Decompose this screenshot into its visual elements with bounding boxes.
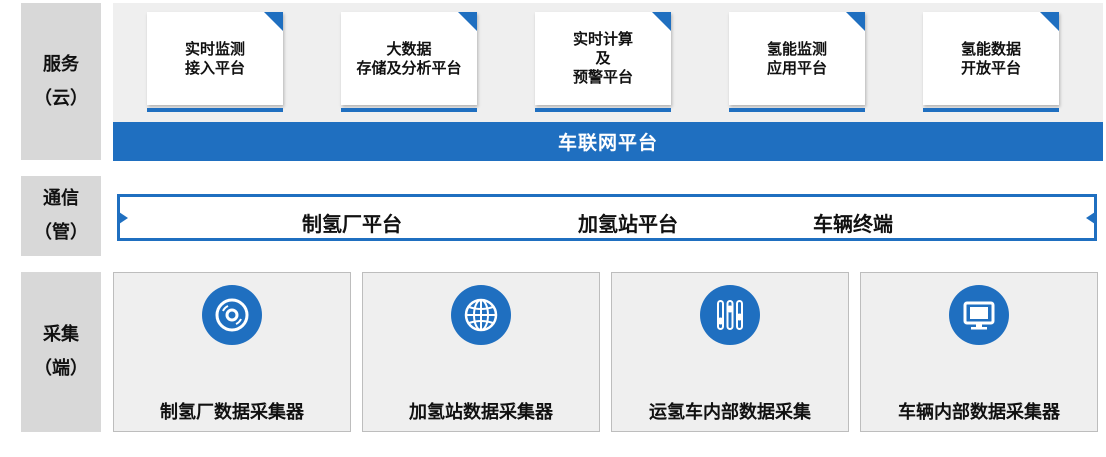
- service-card-underline: [535, 108, 671, 112]
- service-card-line: 大数据: [386, 39, 432, 58]
- collect-card-3: 运氢车内部数据采集: [611, 272, 849, 432]
- layer-label-comm: 通信 （管）: [21, 176, 101, 256]
- service-card-text: 氢能数据 开放平台: [961, 40, 1021, 78]
- service-card-text: 氢能监测 应用平台: [767, 40, 827, 78]
- service-card-4: 氢能监测 应用平台: [729, 12, 865, 105]
- service-card-line: 氢能数据: [960, 39, 1021, 58]
- service-card-line: 实时计算: [572, 30, 633, 48]
- layer-label-line2: （云）: [34, 87, 88, 109]
- service-card-1: 实时监测 接入平台: [147, 12, 283, 105]
- collect-card-label: 车辆内部数据采集器: [898, 402, 1060, 423]
- disc-icon: [202, 285, 262, 345]
- comm-frame: 制氢厂平台 加氢站平台 车辆终端: [117, 194, 1097, 241]
- layer-label-collect: 采集 （端）: [21, 272, 101, 432]
- comm-item: 车辆终端: [813, 212, 893, 236]
- service-card-3: 实时计算 及 预警平台: [535, 12, 671, 105]
- monitor-icon: [949, 285, 1009, 345]
- collect-card-1: 制氢厂数据采集器: [113, 272, 351, 432]
- corner-mark-icon: [264, 12, 283, 31]
- corner-mark-icon: [1040, 12, 1059, 31]
- service-card-text: 实时监测 接入平台: [185, 40, 245, 78]
- layer-label-line1: 服务: [43, 53, 79, 75]
- corner-mark-icon: [458, 12, 477, 31]
- service-card-text: 大数据 存储及分析平台: [356, 40, 461, 78]
- service-card-underline: [729, 108, 865, 112]
- comm-item: 制氢厂平台: [302, 212, 402, 236]
- service-card-line: 存储及分析平台: [356, 58, 462, 77]
- collect-card-4: 车辆内部数据采集器: [860, 272, 1098, 432]
- layer-label-service: 服务 （云）: [21, 3, 101, 160]
- service-panel: 实时监测 接入平台 大数据 存储及分析平台 实时计算 及 预警平台 氢能监测 应…: [113, 3, 1103, 161]
- service-card-5: 氢能数据 开放平台: [923, 12, 1059, 105]
- sliders-icon: [700, 285, 760, 345]
- service-card-text: 实时计算 及 预警平台: [573, 30, 633, 87]
- collect-card-2: 加氢站数据采集器: [362, 272, 600, 432]
- service-card-line: 氢能监测: [766, 39, 827, 58]
- comm-item: 加氢站平台: [578, 212, 678, 236]
- collect-card-label: 加氢站数据采集器: [409, 402, 553, 423]
- layer-label-line1: 采集: [43, 324, 79, 345]
- service-card-underline: [147, 108, 283, 112]
- corner-mark-icon: [652, 12, 671, 31]
- service-card-line: 应用平台: [766, 58, 827, 77]
- service-card-underline: [923, 108, 1059, 112]
- service-card-line: 实时监测: [184, 39, 245, 58]
- service-card-underline: [341, 108, 477, 112]
- corner-mark-icon: [846, 12, 865, 31]
- layer-label-line2: （端）: [34, 358, 88, 379]
- collect-card-label: 运氢车内部数据采集: [649, 402, 811, 423]
- service-card-line: 接入平台: [184, 58, 245, 77]
- arrow-right-icon: [1086, 212, 1095, 224]
- layer-label-line2: （管）: [34, 222, 88, 243]
- service-card-line: 及: [595, 49, 611, 67]
- platform-bar: 车联网平台: [113, 122, 1103, 161]
- arrow-left-icon: [119, 212, 128, 224]
- service-card-2: 大数据 存储及分析平台: [341, 12, 477, 105]
- comm-panel: 制氢厂平台 加氢站平台 车辆终端: [113, 176, 1103, 256]
- collect-card-label: 制氢厂数据采集器: [160, 402, 304, 423]
- service-card-line: 开放平台: [960, 58, 1021, 77]
- layer-label-line1: 通信: [43, 188, 79, 209]
- globe-icon: [451, 285, 511, 345]
- collect-panel: 制氢厂数据采集器 加氢站数据采集器 运氢车内部数据采集 车辆内部数据采集器: [113, 272, 1103, 432]
- service-card-line: 预警平台: [572, 68, 633, 86]
